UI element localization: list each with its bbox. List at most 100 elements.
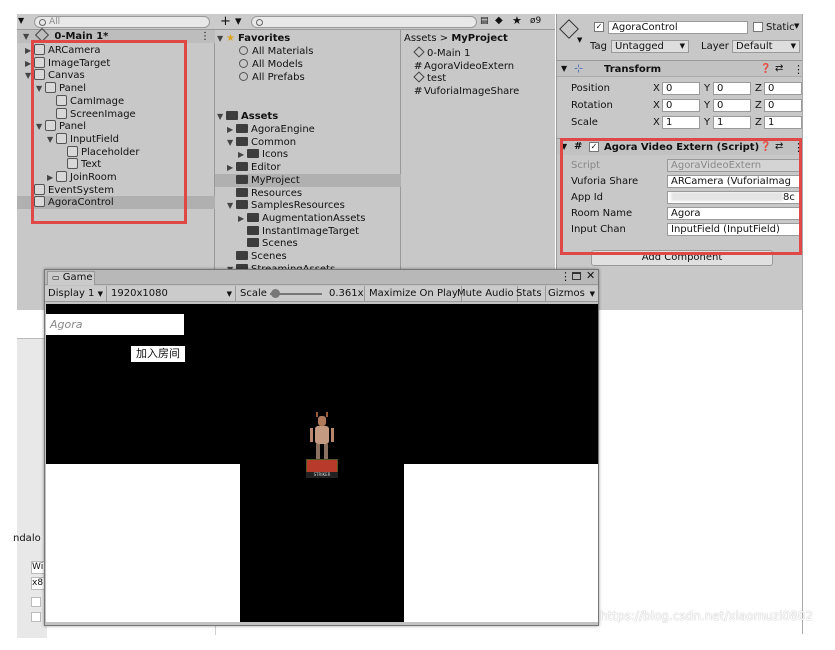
- layer-dropdown[interactable]: Default ▼: [732, 40, 800, 53]
- asset-folder-item[interactable]: ▼ Common: [215, 136, 401, 149]
- transform-z-field[interactable]: 1: [764, 116, 802, 129]
- transform-x-field[interactable]: 0: [662, 99, 700, 112]
- join-room-button[interactable]: 加入房间: [131, 346, 185, 362]
- hierarchy-search-input[interactable]: All: [34, 16, 210, 28]
- preset-icon[interactable]: ⇄: [775, 63, 783, 74]
- stats-button[interactable]: Stats: [513, 286, 546, 302]
- expand-arrow-icon[interactable]: ▶: [227, 161, 236, 174]
- room-name-input[interactable]: Agora: [46, 314, 184, 335]
- active-checkbox[interactable]: ✓: [594, 22, 604, 32]
- transform-x-field[interactable]: 0: [662, 82, 700, 95]
- assets-row[interactable]: ▼ Assets: [217, 110, 278, 123]
- asset-folder-label: Resources: [251, 187, 303, 199]
- script-file-icon: #: [414, 86, 423, 98]
- folder-icon: [236, 174, 248, 184]
- asset-file-item[interactable]: test: [413, 71, 446, 85]
- asset-file-item[interactable]: # AgoraVideoExtern: [414, 60, 514, 73]
- asset-folder-item[interactable]: MyProject: [215, 173, 401, 187]
- partial-field-wi[interactable]: Wi: [31, 561, 45, 574]
- object-name-field[interactable]: AgoraControl: [608, 21, 748, 34]
- mute-label: Mute Audio: [457, 288, 514, 299]
- folder-icon: [236, 162, 248, 172]
- mute-audio-button[interactable]: Mute Audio: [454, 286, 518, 302]
- transform-x-field[interactable]: 1: [662, 116, 700, 129]
- partial-checkbox[interactable]: [31, 612, 41, 622]
- asset-folder-label: InstantImageTarget: [262, 225, 360, 237]
- maximize-on-play-button[interactable]: Maximize On Play: [366, 286, 462, 302]
- transform-z-field[interactable]: 0: [764, 82, 802, 95]
- tab-game[interactable]: ▭ Game: [47, 271, 95, 285]
- asset-folder-item[interactable]: Resources: [215, 187, 401, 200]
- asset-folder-item[interactable]: InstantImageTarget: [215, 225, 401, 238]
- transform-z-field[interactable]: 0: [764, 99, 802, 112]
- tag-icon[interactable]: ◆: [495, 15, 503, 26]
- static-checkbox[interactable]: [753, 22, 763, 32]
- folder-icon: [247, 225, 259, 235]
- favorites-item[interactable]: All Models: [239, 58, 303, 71]
- search-icon: [239, 72, 248, 81]
- favorites-item[interactable]: All Materials: [239, 45, 313, 58]
- asset-folder-item[interactable]: ▼ SamplesResources: [215, 199, 401, 212]
- project-search-input[interactable]: [251, 16, 477, 28]
- collapse-arrow-icon[interactable]: ▼: [561, 64, 567, 73]
- star-icon[interactable]: ★: [512, 14, 522, 27]
- asset-file-item[interactable]: 0-Main 1: [413, 46, 470, 60]
- asset-folder-item[interactable]: Scenes: [215, 250, 401, 263]
- tag-label: Tag: [590, 41, 607, 52]
- resolution-value: 1920x1080: [111, 288, 168, 299]
- game-toolbar: Display 1 ▼ 1920x1080 ▼ Scale 0.361x Maxim…: [45, 286, 598, 302]
- lock-icon[interactable]: ▤: [480, 16, 489, 26]
- help-icon[interactable]: ❓: [760, 64, 771, 74]
- display-dropdown[interactable]: Display 1 ▼: [45, 286, 107, 302]
- scale-slider-handle[interactable]: [271, 289, 280, 298]
- axis-x-label: X: [653, 83, 660, 94]
- favorites-item-label: All Materials: [252, 46, 314, 57]
- gizmos-dropdown[interactable]: Gizmos ▼: [545, 286, 598, 302]
- transform-y-field[interactable]: 0: [713, 82, 751, 95]
- favorites-item[interactable]: All Prefabs: [239, 71, 305, 84]
- transform-title: Transform: [604, 64, 662, 75]
- search-icon: [239, 46, 248, 55]
- collapse-arrow-icon[interactable]: ▼: [217, 110, 226, 123]
- expand-arrow-icon[interactable]: ▶: [227, 123, 236, 136]
- transform-y-field[interactable]: 0: [713, 99, 751, 112]
- asset-folder-label: AugmentationAssets: [262, 212, 366, 224]
- scale-label: Scale: [240, 288, 267, 299]
- asset-folder-item[interactable]: Scenes: [215, 237, 401, 250]
- folder-icon: [236, 187, 248, 197]
- static-dropdown-icon[interactable]: ▼: [794, 22, 799, 30]
- partial-field-x8[interactable]: x8: [31, 577, 45, 590]
- maximize-icon[interactable]: [572, 272, 581, 280]
- favorites-row[interactable]: ▼ ★ Favorites: [217, 32, 290, 45]
- resolution-dropdown[interactable]: 1920x1080 ▼: [108, 286, 236, 302]
- scale-control: Scale 0.361x: [237, 286, 365, 302]
- hidden-icon[interactable]: ø9: [530, 16, 541, 26]
- breadcrumb-root[interactable]: Assets: [404, 33, 437, 44]
- transform-header[interactable]: ▼ ⊹ Transform ❓ ⇄ ⋮: [557, 60, 804, 77]
- transform-y-field[interactable]: 1: [713, 116, 751, 129]
- more-icon[interactable]: ⋮: [200, 30, 210, 43]
- asset-folder-item[interactable]: ▶ Icons: [215, 148, 401, 161]
- folder-icon: [236, 124, 248, 133]
- expand-arrow-icon[interactable]: ▶: [238, 212, 247, 225]
- close-icon[interactable]: ✕: [586, 269, 595, 282]
- model-base-front: STRIKER: [306, 472, 338, 478]
- asset-folder-item[interactable]: ▶ AgoraEngine: [215, 123, 401, 136]
- dropdown-arrow-icon[interactable]: ▼: [577, 36, 582, 44]
- partial-checkbox[interactable]: [31, 597, 41, 607]
- highlight-box-component: [560, 138, 802, 255]
- breadcrumb-current[interactable]: MyProject: [451, 33, 508, 44]
- asset-folder-item[interactable]: ▶ AugmentationAssets: [215, 212, 401, 225]
- asset-file-item[interactable]: # VuforiaImageShare: [414, 85, 519, 98]
- collapse-arrow-icon[interactable]: ▼: [227, 199, 236, 212]
- asset-folder-item[interactable]: ▶ Editor: [215, 161, 401, 174]
- add-icon[interactable]: + ▾: [220, 14, 242, 29]
- collapse-arrow-icon[interactable]: ▼: [227, 136, 236, 149]
- expand-arrow-icon[interactable]: ▶: [238, 148, 247, 161]
- unity-scene-icon: [413, 71, 425, 84]
- tag-dropdown[interactable]: Untagged ▼: [611, 40, 689, 53]
- dropdown-arrow-icon[interactable]: ▼: [18, 16, 24, 25]
- more-icon[interactable]: ⋮: [560, 270, 571, 283]
- collapse-arrow-icon[interactable]: ▼: [217, 32, 226, 45]
- axis-y-label: Y: [704, 83, 711, 94]
